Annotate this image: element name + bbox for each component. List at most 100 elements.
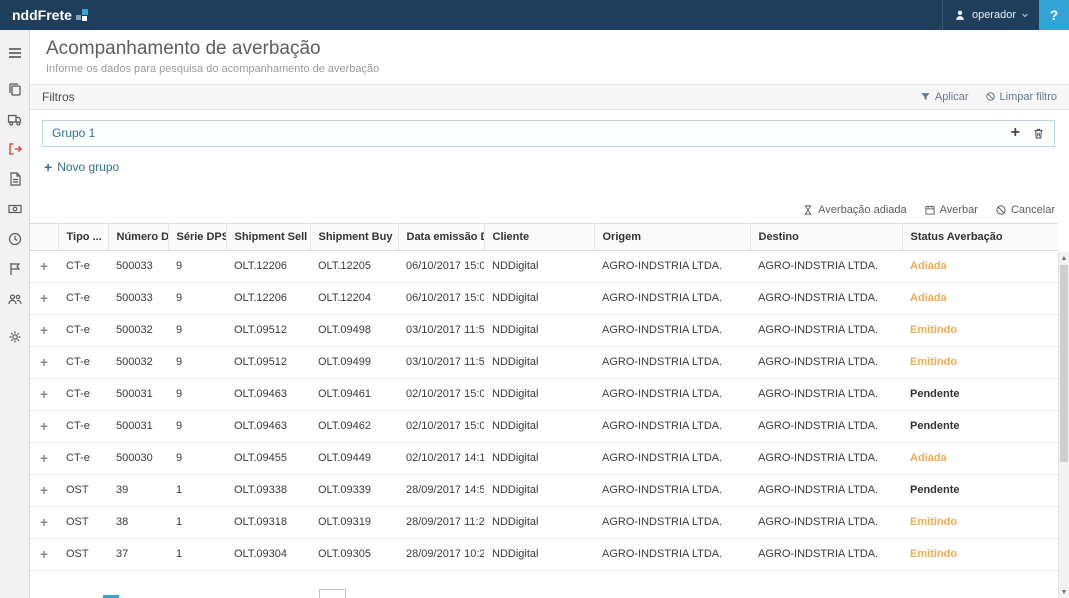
scroll-up-arrow[interactable]: ▲ (1059, 252, 1069, 264)
sidebar-item-payments[interactable] (0, 194, 30, 224)
column-header-shipment-sell[interactable]: Shipment Sell (226, 223, 310, 250)
status-badge: Pendente (902, 410, 1058, 442)
add-filter-condition-button[interactable]: + (1011, 125, 1020, 141)
column-header-tipo[interactable]: Tipo ... (58, 223, 108, 250)
table-cell-serie: 9 (168, 314, 226, 346)
table-cell-origem: AGRO-INDSTRIA LTDA. (594, 282, 750, 314)
column-header-serie-dps[interactable]: Série DPS (168, 223, 226, 250)
table-row[interactable]: +CT-e5000319OLT.09463OLT.0946202/10/2017… (30, 410, 1058, 442)
table-cell-cliente: NDDigital (484, 314, 594, 346)
table-row[interactable]: +OST371OLT.09304OLT.0930528/09/2017 10:2… (30, 538, 1058, 570)
row-expand-icon[interactable]: + (40, 386, 48, 402)
table-cell-shipment_buy: OLT.09461 (310, 378, 398, 410)
table-cell-serie: 9 (168, 378, 226, 410)
row-expand-icon[interactable]: + (40, 322, 48, 338)
sidebar-item-endorsement[interactable] (0, 134, 30, 164)
expand-cell: + (30, 282, 58, 314)
new-group-button[interactable]: + Novo grupo (44, 160, 119, 174)
sidebar-item-flags[interactable] (0, 254, 30, 284)
table-row[interactable]: +CT-e5000339OLT.12206OLT.1220506/10/2017… (30, 250, 1058, 282)
page-size-dropdown[interactable] (319, 589, 346, 598)
table-cell-destino: AGRO-INDSTRIA LTDA. (750, 378, 902, 410)
status-badge: Adiada (902, 250, 1058, 282)
sidebar-item-freight[interactable] (0, 104, 30, 134)
sidebar-item-copy[interactable] (0, 74, 30, 104)
column-header-origem[interactable]: Origem (594, 223, 750, 250)
endorse-button[interactable]: Averbar (924, 202, 978, 218)
column-header-destino[interactable]: Destino (750, 223, 902, 250)
scroll-down-arrow[interactable]: ▼ (1059, 586, 1069, 598)
table-cell-cliente: NDDigital (484, 282, 594, 314)
sidebar-item-history[interactable] (0, 224, 30, 254)
table-cell-cliente: NDDigital (484, 346, 594, 378)
table-cell-numero: 500030 (108, 442, 168, 474)
table-cell-cliente: NDDigital (484, 538, 594, 570)
column-header-cliente[interactable]: Cliente (484, 223, 594, 250)
table-cell-numero: 37 (108, 538, 168, 570)
cancel-icon (995, 204, 1007, 216)
scrollbar-thumb[interactable] (1060, 265, 1068, 462)
user-label: operador (972, 9, 1016, 21)
apply-filter-button[interactable]: Aplicar (920, 91, 969, 103)
expand-cell: + (30, 250, 58, 282)
table-cell-destino: AGRO-INDSTRIA LTDA. (750, 314, 902, 346)
table-cell-origem: AGRO-INDSTRIA LTDA. (594, 474, 750, 506)
sidebar-item-users[interactable] (0, 284, 30, 314)
status-badge: Emitindo (902, 538, 1058, 570)
row-expand-icon[interactable]: + (40, 418, 48, 434)
table-row[interactable]: +CT-e5000339OLT.12206OLT.1220406/10/2017… (30, 282, 1058, 314)
copy-icon (7, 81, 23, 97)
status-badge: Pendente (902, 474, 1058, 506)
filters-actions: Aplicar Limpar filtro (920, 91, 1057, 103)
status-badge: Adiada (902, 442, 1058, 474)
status-badge: Emitindo (902, 346, 1058, 378)
row-expand-icon[interactable]: + (40, 450, 48, 466)
row-expand-icon[interactable]: + (40, 258, 48, 274)
sidebar-item-menu[interactable] (0, 38, 30, 68)
row-expand-icon[interactable]: + (40, 514, 48, 530)
table-row[interactable]: +CT-e5000329OLT.09512OLT.0949903/10/2017… (30, 346, 1058, 378)
table-row[interactable]: +OST381OLT.09318OLT.0931928/09/2017 11:2… (30, 506, 1058, 538)
table-row[interactable]: +OST391OLT.09338OLT.0933928/09/2017 14:5… (30, 474, 1058, 506)
sidebar-item-settings[interactable] (0, 322, 30, 352)
table-cell-serie: 9 (168, 282, 226, 314)
table-cell-shipment_sell: OLT.09512 (226, 346, 310, 378)
row-expand-icon[interactable]: + (40, 482, 48, 498)
table-cell-tipo: CT-e (58, 410, 108, 442)
table-row[interactable]: +CT-e5000319OLT.09463OLT.0946102/10/2017… (30, 378, 1058, 410)
pager (30, 584, 1058, 598)
table-cell-origem: AGRO-INDSTRIA LTDA. (594, 442, 750, 474)
postpone-endorsement-button[interactable]: Averbação adiada (802, 202, 906, 218)
expand-cell: + (30, 538, 58, 570)
table-row[interactable]: +CT-e5000329OLT.09512OLT.0949803/10/2017… (30, 314, 1058, 346)
export-icon (7, 141, 23, 157)
filter-group-actions: + (1011, 125, 1045, 141)
table-cell-numero: 39 (108, 474, 168, 506)
topbar-right: operador ? (942, 0, 1069, 30)
gears-icon (7, 329, 23, 345)
cancel-button[interactable]: Cancelar (995, 202, 1055, 218)
column-header-status[interactable]: Status Averbação (902, 223, 1058, 250)
filter-group-panel[interactable]: Grupo 1 + (42, 120, 1055, 147)
page-header: Acompanhamento de averbação Informe os d… (30, 30, 1069, 75)
column-header-data-emissao[interactable]: Data emissão DPS (398, 223, 484, 250)
table-cell-origem: AGRO-INDSTRIA LTDA. (594, 506, 750, 538)
help-button[interactable]: ? (1039, 0, 1069, 30)
table-cell-serie: 9 (168, 250, 226, 282)
filters-bar: Filtros Aplicar Limpar filtro (30, 84, 1069, 110)
sidebar-item-documents[interactable] (0, 164, 30, 194)
row-expand-icon[interactable]: + (40, 546, 48, 562)
row-expand-icon[interactable]: + (40, 290, 48, 306)
column-header-numero-dps[interactable]: Número DPS (108, 223, 168, 250)
table-cell-tipo: OST (58, 538, 108, 570)
clear-filter-button[interactable]: Limpar filtro (985, 91, 1057, 103)
table-cell-shipment_sell: OLT.12206 (226, 250, 310, 282)
row-expand-icon[interactable]: + (40, 354, 48, 370)
user-menu[interactable]: operador (942, 0, 1039, 30)
table-row[interactable]: +CT-e5000309OLT.09455OLT.0944902/10/2017… (30, 442, 1058, 474)
table-cell-serie: 9 (168, 346, 226, 378)
column-header-shipment-buy[interactable]: Shipment Buy (310, 223, 398, 250)
vertical-scrollbar[interactable]: ▲ ▼ (1058, 252, 1069, 598)
delete-group-button[interactable] (1032, 127, 1045, 140)
chevron-down-icon (1021, 11, 1029, 19)
